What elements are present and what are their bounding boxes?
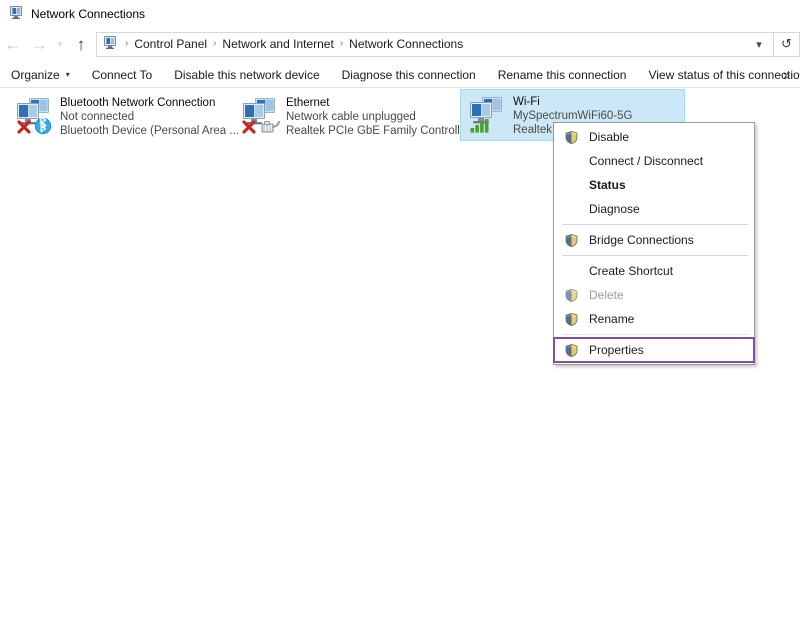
chevron-down-icon: ▾ [65, 69, 70, 79]
connection-text: Bluetooth Network Connection Not connect… [60, 94, 239, 138]
toolbar-item-label: Organize [11, 67, 60, 82]
toolbar-item-diagnose[interactable]: Diagnose this connection [331, 68, 487, 82]
control-panel-icon [102, 34, 118, 55]
menu-item-label: Connect / Disconnect [589, 154, 704, 168]
toolbar-item-label: Connect To [91, 67, 153, 82]
wifi-network-adapter-icon [465, 93, 509, 135]
menu-item-diagnose[interactable]: Diagnose [554, 197, 754, 221]
address-bar[interactable]: › Control Panel › Network and Internet ›… [96, 31, 774, 57]
menu-item-bridge-connections[interactable]: Bridge Connections [554, 228, 754, 252]
toolbar-item-connect-to[interactable]: Connect To [81, 68, 164, 82]
menu-item-connect-disconnect[interactable]: Connect / Disconnect [554, 149, 754, 173]
toolbar-item-label: View status of this connection [648, 67, 800, 82]
navigation-bar: ← → ▾ ↑ › Control Panel › Network and In… [0, 28, 800, 60]
menu-separator [562, 334, 748, 335]
breadcrumb-item-control-panel[interactable]: Control Panel [131, 37, 210, 51]
menu-icon-placeholder [562, 200, 580, 218]
menu-item-label: Create Shortcut [589, 264, 674, 278]
connection-item-bluetooth[interactable]: Bluetooth Network Connection Not connect… [8, 91, 239, 139]
menu-item-label: Disable [589, 130, 630, 144]
uac-shield-icon [562, 128, 580, 146]
connection-status: Network cable unplugged [286, 111, 416, 123]
connection-item-ethernet[interactable]: Ethernet Network cable unplugged Realtek… [234, 91, 470, 139]
menu-separator [562, 224, 748, 225]
toolbar-overflow-button[interactable]: » [783, 68, 790, 82]
connection-name: Wi-Fi [513, 96, 540, 108]
network-connections-icon [8, 4, 24, 25]
connection-device: Bluetooth Device (Personal Area ... [60, 125, 239, 137]
uac-shield-icon [562, 310, 580, 328]
ethernet-network-adapter-icon [238, 94, 282, 136]
connection-status: MySpectrumWiFi60-5G [513, 110, 633, 122]
command-toolbar: Organize ▾ Connect To Disable this netwo… [0, 62, 800, 88]
breadcrumb-separator: › [339, 38, 344, 49]
menu-item-delete: Delete [554, 283, 754, 307]
context-menu: Disable Connect / Disconnect Status Diag… [553, 122, 755, 365]
menu-item-label: Properties [589, 343, 644, 357]
menu-separator [562, 255, 748, 256]
toolbar-item-view-status[interactable]: View status of this connection [637, 68, 800, 82]
bluetooth-network-adapter-icon [12, 94, 56, 136]
menu-icon-placeholder [562, 262, 580, 280]
menu-icon-placeholder [562, 152, 580, 170]
recent-locations-chevron-down-icon[interactable]: ▾ [52, 31, 68, 57]
uac-shield-icon [562, 231, 580, 249]
breadcrumb-separator: › [213, 38, 217, 49]
menu-item-label: Status [589, 178, 626, 192]
menu-item-rename[interactable]: Rename [554, 307, 754, 331]
refresh-button[interactable]: ↺ [774, 31, 800, 57]
connection-text: Ethernet Network cable unplugged Realtek… [286, 94, 470, 138]
uac-shield-icon [562, 341, 580, 359]
menu-item-label: Bridge Connections [589, 233, 694, 247]
window-title: Network Connections [31, 7, 146, 21]
address-dropdown-chevron-down-icon[interactable]: ▾ [745, 33, 773, 56]
menu-item-label: Diagnose [589, 202, 640, 216]
breadcrumb-separator: › [125, 38, 129, 49]
connection-device: Realtek PCIe GbE Family Controller [286, 125, 471, 137]
connection-status: Not connected [60, 111, 135, 123]
menu-item-status[interactable]: Status [554, 173, 754, 197]
breadcrumb-item-network-and-internet[interactable]: Network and Internet [219, 37, 336, 51]
toolbar-item-rename[interactable]: Rename this connection [487, 68, 638, 82]
menu-item-properties[interactable]: Properties [553, 337, 755, 363]
connection-name: Ethernet [286, 97, 330, 109]
forward-button[interactable]: → [26, 31, 52, 57]
menu-item-create-shortcut[interactable]: Create Shortcut [554, 259, 754, 283]
up-button[interactable]: ↑ [68, 31, 94, 57]
toolbar-item-organize[interactable]: Organize ▾ [0, 68, 81, 82]
network-connections-window: Network Connections ← → ▾ ↑ › Control Pa… [0, 0, 800, 626]
back-button[interactable]: ← [0, 31, 26, 57]
uac-shield-icon [562, 286, 580, 304]
toolbar-item-label: Diagnose this connection [341, 67, 476, 82]
connection-name: Bluetooth Network Connection [60, 97, 216, 109]
title-bar: Network Connections [0, 0, 800, 28]
menu-item-disable[interactable]: Disable [554, 125, 754, 149]
breadcrumb-item-network-connections[interactable]: Network Connections [346, 37, 466, 51]
menu-item-label: Rename [589, 312, 635, 326]
menu-item-label: Delete [589, 288, 624, 302]
menu-icon-placeholder [562, 176, 580, 194]
toolbar-item-disable-device[interactable]: Disable this network device [163, 68, 330, 82]
toolbar-item-label: Rename this connection [497, 67, 627, 82]
toolbar-item-label: Disable this network device [174, 67, 320, 82]
